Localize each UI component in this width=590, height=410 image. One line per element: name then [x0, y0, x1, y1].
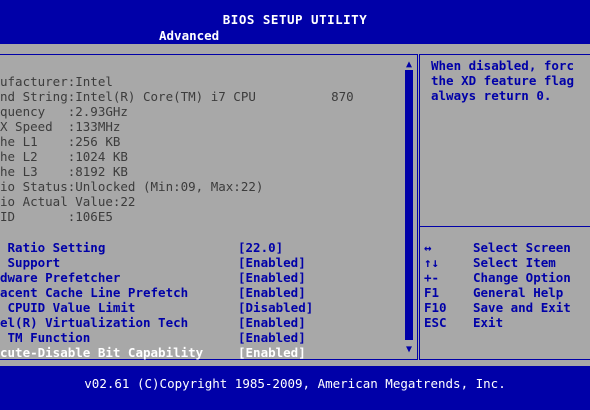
info-manufacturer: ufacturer:Intel	[0, 74, 113, 89]
key-select-screen-label: Select Screen	[473, 240, 571, 255]
key-change-option: +-	[424, 270, 440, 285]
info-frequency: quency :2.93GHz	[0, 104, 128, 119]
setting-virtualization-value[interactable]: [Enabled]	[238, 315, 306, 330]
setting-virtualization-label[interactable]: el(R) Virtualization Tech	[0, 315, 188, 330]
setting-ratio-value[interactable]: [22.0]	[238, 240, 283, 255]
key-f10: F10	[424, 300, 447, 315]
setting-hw-prefetcher-value[interactable]: [Enabled]	[238, 270, 306, 285]
tab-advanced[interactable]: Advanced	[157, 28, 222, 44]
menu-bar: Advanced	[0, 28, 590, 44]
setting-hw-prefetcher-label[interactable]: dware Prefetcher	[0, 270, 120, 285]
info-cache-l3: he L3 :8192 KB	[0, 164, 128, 179]
help-divider	[419, 226, 590, 227]
key-save-exit-label: Save and Exit	[473, 300, 571, 315]
copyright-footer: v02.61 (C)Copyright 1985-2009, American …	[84, 376, 506, 391]
content-area: ufacturer:Intel nd String:Intel(R) Core(…	[0, 44, 590, 366]
setting-tm-function-value[interactable]: [Enabled]	[238, 330, 306, 345]
key-select-screen-icon: ↔	[424, 240, 432, 255]
info-cache-l1: he L1 :256 KB	[0, 134, 121, 149]
info-brand-string: nd String:Intel(R) Core(TM) i7 CPU 870	[0, 89, 354, 104]
info-fsb-speed: X Speed :133MHz	[0, 119, 121, 134]
help-line-2: the XD feature flag	[431, 73, 574, 88]
key-esc: ESC	[424, 315, 447, 330]
setting-tm-function-label[interactable]: TM Function	[0, 330, 91, 345]
key-f1: F1	[424, 285, 440, 300]
setting-cpuid-limit-label[interactable]: CPUID Value Limit	[0, 300, 136, 315]
setting-xd-bit-label[interactable]: cute-Disable Bit Capability	[0, 345, 203, 360]
bios-title: BIOS SETUP UTILITY	[222, 12, 368, 27]
info-cpuid: ID :106E5	[0, 209, 113, 224]
setting-adjacent-cache-label[interactable]: acent Cache Line Prefetch	[0, 285, 188, 300]
bios-screen: BIOS SETUP UTILITY Advanced ufacturer:In…	[0, 0, 590, 410]
key-select-item-label: Select Item	[473, 255, 556, 270]
setting-xd-bit-value[interactable]: [Enabled]	[238, 345, 306, 360]
info-ratio-actual: io Actual Value:22	[0, 194, 136, 209]
key-select-item-icon: ↑↓	[424, 255, 440, 270]
help-line-1: When disabled, forc	[431, 58, 574, 73]
setting-adjacent-cache-value[interactable]: [Enabled]	[238, 285, 306, 300]
scroll-down-arrow-icon[interactable]: ▼	[403, 344, 415, 356]
setting-ratio-label[interactable]: Ratio Setting	[0, 240, 106, 255]
setting-support-value[interactable]: [Enabled]	[238, 255, 306, 270]
setting-cpuid-limit-value[interactable]: [Disabled]	[238, 300, 313, 315]
scrollbar-thumb[interactable]	[405, 70, 413, 340]
key-general-help-label: General Help	[473, 285, 564, 300]
info-ratio-status: io Status:Unlocked (Min:09, Max:22)	[0, 179, 264, 194]
key-exit-label: Exit	[473, 315, 504, 330]
key-change-option-label: Change Option	[473, 270, 571, 285]
info-cache-l2: he L2 :1024 KB	[0, 149, 128, 164]
setting-support-label[interactable]: Support	[0, 255, 61, 270]
help-line-3: always return 0.	[431, 88, 552, 103]
